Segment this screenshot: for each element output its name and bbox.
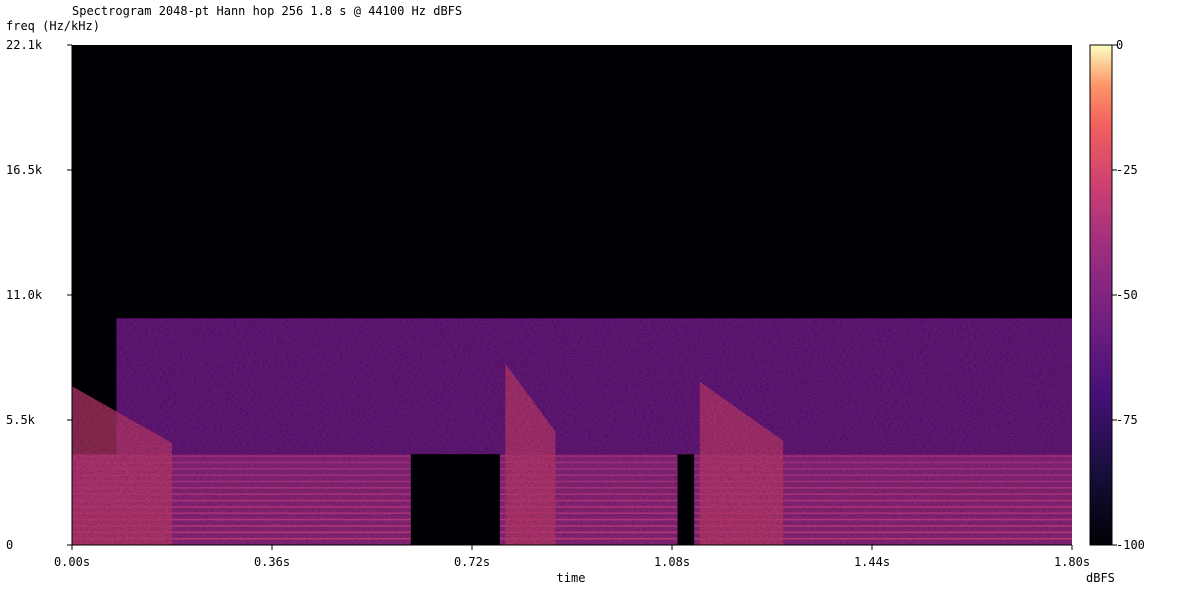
x-axis-label: time bbox=[557, 571, 586, 585]
x-tick-label: 1.80s bbox=[1054, 555, 1090, 569]
colorbar-tick-label: -100 bbox=[1116, 538, 1145, 552]
colorbar-tick-label: 0 bbox=[1116, 38, 1123, 52]
region-broadband-noise bbox=[116, 318, 1072, 455]
x-tick-label: 1.08s bbox=[654, 555, 690, 569]
y-tick-label: 0 bbox=[6, 538, 13, 552]
spectrogram-plot bbox=[72, 318, 1072, 545]
y-axis-label: freq (Hz/kHz) bbox=[6, 19, 100, 33]
x-tick-label: 1.44s bbox=[854, 555, 890, 569]
colorbar-tick-label: -25 bbox=[1116, 163, 1138, 177]
x-tick-label: 0.36s bbox=[254, 555, 290, 569]
spectrogram-chart: Spectrogram 2048-pt Hann hop 256 1.8 s @… bbox=[6, 4, 1145, 585]
y-tick-label: 11.0k bbox=[6, 288, 43, 302]
colorbar bbox=[1089, 44, 1113, 546]
chart-title: Spectrogram 2048-pt Hann hop 256 1.8 s @… bbox=[72, 4, 462, 18]
y-tick-label: 22.1k bbox=[6, 38, 43, 52]
y-tick-label: 16.5k bbox=[6, 163, 43, 177]
y-tick-label: 5.5k bbox=[6, 413, 36, 427]
colorbar-ticks: 0 -25 -50 -75 -100 bbox=[1112, 38, 1145, 552]
x-tick-label: 0.00s bbox=[54, 555, 90, 569]
x-tick-label: 0.72s bbox=[454, 555, 490, 569]
colorbar-label: dBFS bbox=[1086, 571, 1115, 585]
colorbar-tick-label: -75 bbox=[1116, 413, 1138, 427]
colorbar-tick-label: -50 bbox=[1116, 288, 1138, 302]
region-gap bbox=[410, 454, 500, 545]
